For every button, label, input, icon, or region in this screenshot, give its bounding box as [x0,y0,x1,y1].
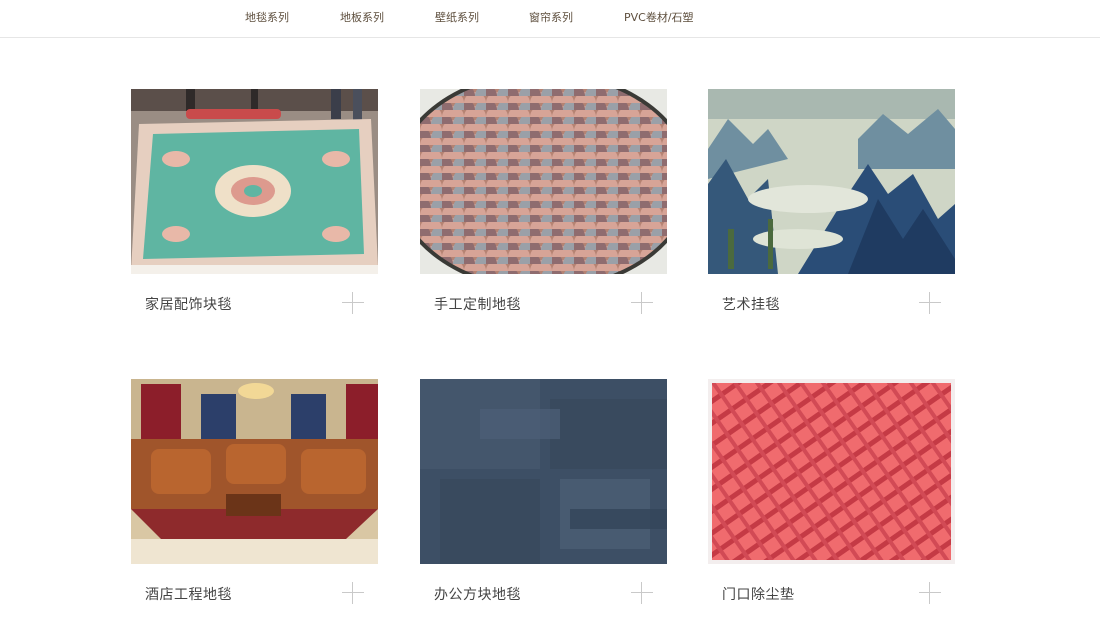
product-card-home-rug[interactable]: 家居配饰块毯 [131,89,378,334]
plus-icon[interactable] [631,582,653,604]
product-title[interactable]: 手工定制地毯 [434,294,521,314]
product-card-art-tapestry[interactable]: 艺术挂毯 [708,89,955,334]
nav-item-pvc-series[interactable]: PVC卷材/石塑 [624,9,694,25]
round-scale-rug-image[interactable] [420,89,667,274]
plus-icon[interactable] [631,292,653,314]
product-card-office-carpet-tile[interactable]: 办公方块地毯 [420,379,667,624]
product-title[interactable]: 门口除尘垫 [722,584,795,604]
product-title[interactable]: 办公方块地毯 [434,584,521,604]
plus-icon[interactable] [342,582,364,604]
hotel-lobby-image[interactable] [131,379,378,564]
product-card-custom-handmade-rug[interactable]: 手工定制地毯 [420,89,667,334]
product-card-hotel-carpet[interactable]: 酒店工程地毯 [131,379,378,624]
plus-icon[interactable] [342,292,364,314]
red-entrance-mat-image[interactable] [708,379,955,564]
plus-icon[interactable] [919,582,941,604]
product-card-entrance-mat[interactable]: 门口除尘垫 [708,379,955,624]
nav-item-curtain-series[interactable]: 窗帘系列 [529,9,573,25]
blue-carpet-tile-image[interactable] [420,379,667,564]
landscape-tapestry-image[interactable] [708,89,955,274]
plus-icon[interactable] [919,292,941,314]
product-title[interactable]: 艺术挂毯 [722,294,780,314]
nav-item-carpet-series[interactable]: 地毯系列 [245,9,289,25]
persian-rug-image[interactable] [131,89,378,274]
top-navigation: 地毯系列 地板系列 壁纸系列 窗帘系列 PVC卷材/石塑 [0,0,1100,38]
nav-item-wallpaper-series[interactable]: 壁纸系列 [435,9,479,25]
product-title[interactable]: 家居配饰块毯 [145,294,232,314]
product-title[interactable]: 酒店工程地毯 [145,584,232,604]
nav-item-flooring-series[interactable]: 地板系列 [340,9,384,25]
